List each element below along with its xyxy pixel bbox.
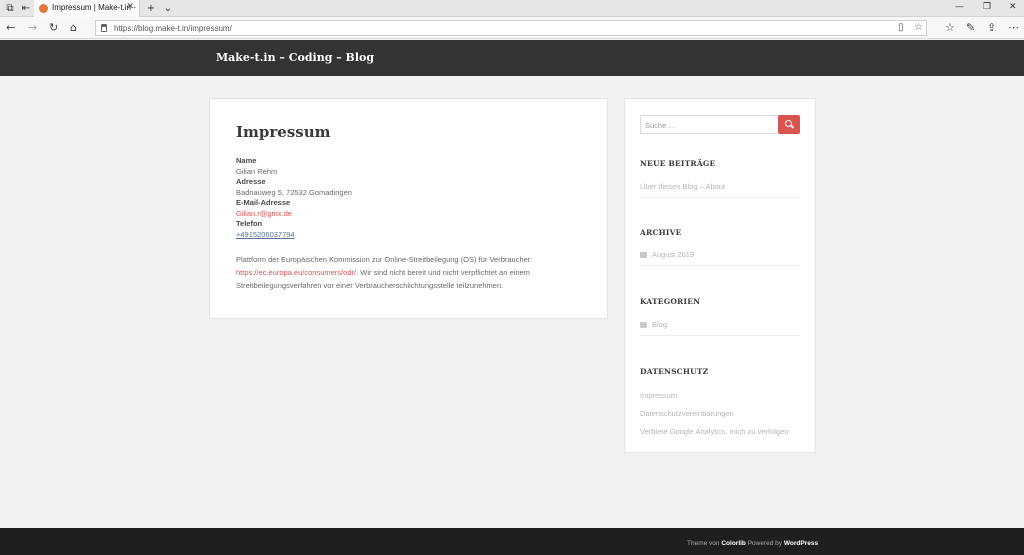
name-value: Gilian Rehm bbox=[236, 166, 278, 176]
phone-label: Telefon bbox=[236, 219, 263, 228]
browser-nav-bar: ← → ↻ ⌂ https://blog.make-t.in/impressum… bbox=[0, 17, 1024, 39]
recent-posts-title: NEUE BEITRÄGE bbox=[640, 159, 716, 168]
email-label: E-Mail-Adresse bbox=[236, 198, 291, 207]
new-tab-icon[interactable]: + bbox=[144, 2, 158, 15]
tab-title: Impressum | Make-t.in - bbox=[52, 3, 136, 12]
phone-link[interactable]: +4915206037794 bbox=[236, 230, 295, 241]
footer-credits: Theme von Colorlib Powered by WordPress bbox=[687, 540, 818, 547]
minimize-icon[interactable]: — bbox=[955, 2, 964, 12]
archive-item[interactable]: August 2019 bbox=[640, 250, 800, 266]
refresh-icon[interactable]: ↻ bbox=[49, 21, 58, 34]
reading-view-icon[interactable]: ▯ bbox=[898, 22, 904, 33]
email-link[interactable]: Gilian.r@gmx.de bbox=[236, 209, 292, 220]
browser-tab[interactable]: Impressum | Make-t.in - ✕ bbox=[34, 0, 140, 17]
sidebar: Suche … NEUE BEITRÄGE Über diesen Blog –… bbox=[624, 98, 816, 453]
pen-icon[interactable]: ✎ bbox=[966, 21, 975, 34]
name-label: Name bbox=[236, 156, 257, 165]
more-icon[interactable]: ⋯ bbox=[1008, 21, 1019, 34]
privacy-link-optout[interactable]: Verbiete Google Analytics, mich zu verfo… bbox=[640, 427, 800, 442]
chevron-down-icon[interactable]: ⌄ bbox=[161, 2, 175, 15]
categories-title: KATEGORIEN bbox=[640, 297, 701, 306]
set-aside-tabs-icon[interactable]: ⇤ bbox=[19, 2, 33, 15]
category-item[interactable]: Blog bbox=[640, 320, 800, 336]
site-title-link[interactable]: Make-t.in – Coding – Blog bbox=[216, 51, 374, 64]
address-label: Adresse bbox=[236, 177, 266, 186]
calendar-icon bbox=[640, 252, 647, 258]
dispute-paragraph: Plattform der Europäischen Kommission zu… bbox=[236, 253, 586, 292]
colorlib-link[interactable]: Colorlib bbox=[721, 540, 746, 547]
folder-icon bbox=[640, 322, 647, 328]
odr-link[interactable]: https://ec.europa.eu/consumers/odr/ bbox=[236, 268, 356, 277]
search-placeholder: Suche … bbox=[645, 121, 676, 130]
category-link[interactable]: Blog bbox=[652, 320, 667, 329]
privacy-title: DATENSCHUTZ bbox=[640, 367, 709, 376]
archive-link[interactable]: August 2019 bbox=[652, 250, 694, 259]
back-icon[interactable]: ← bbox=[6, 21, 15, 34]
main-content-card: Impressum Name Gilian Rehm Adresse Badna… bbox=[209, 98, 608, 319]
tab-actions-icon[interactable]: ⧉ bbox=[3, 2, 17, 15]
archive-title: ARCHIVE bbox=[640, 228, 682, 237]
window-close-icon[interactable]: ✕ bbox=[1009, 2, 1017, 12]
dispute-text-1: Plattform der Europäischen Kommission zu… bbox=[236, 255, 533, 264]
site-header: Make-t.in – Coding – Blog bbox=[0, 40, 1024, 76]
wordpress-link[interactable]: WordPress bbox=[784, 540, 818, 547]
search-icon bbox=[785, 120, 792, 127]
site-footer: Theme von Colorlib Powered by WordPress bbox=[0, 528, 1024, 555]
footer-theme-by: Theme von bbox=[687, 540, 720, 547]
favorite-star-icon[interactable]: ☆ bbox=[914, 22, 923, 33]
privacy-link-impressum[interactable]: Impressum bbox=[640, 391, 800, 406]
favicon-icon bbox=[39, 4, 48, 13]
restore-icon[interactable]: ❐ bbox=[983, 2, 991, 12]
forward-icon[interactable]: → bbox=[28, 21, 37, 34]
tab-close-icon[interactable]: ✕ bbox=[126, 2, 134, 12]
footer-powered-by: Powered by bbox=[747, 540, 783, 547]
url-text: https://blog.make-t.in/impressum/ bbox=[114, 24, 232, 33]
browser-tab-bar: ⧉ ⇤ Impressum | Make-t.in - ✕ + ⌄ — ❐ ✕ bbox=[0, 0, 1024, 17]
recent-post-link[interactable]: Über diesen Blog – About bbox=[640, 182, 800, 198]
privacy-link-datenschutz[interactable]: Datenschutzvereinbarungen bbox=[640, 409, 800, 424]
search-input[interactable]: Suche … bbox=[640, 115, 780, 134]
share-icon[interactable]: ⇪ bbox=[987, 21, 996, 34]
favorites-icon[interactable]: ☆ bbox=[945, 21, 955, 34]
address-bar[interactable]: https://blog.make-t.in/impressum/ ▯ ☆ bbox=[95, 20, 927, 36]
lock-icon bbox=[101, 24, 107, 32]
search-button[interactable] bbox=[778, 115, 800, 134]
address-value: Badnauweg 5, 72532 Gomadingen bbox=[236, 187, 352, 197]
home-icon[interactable]: ⌂ bbox=[70, 21, 77, 34]
page-title: Impressum bbox=[236, 123, 331, 141]
